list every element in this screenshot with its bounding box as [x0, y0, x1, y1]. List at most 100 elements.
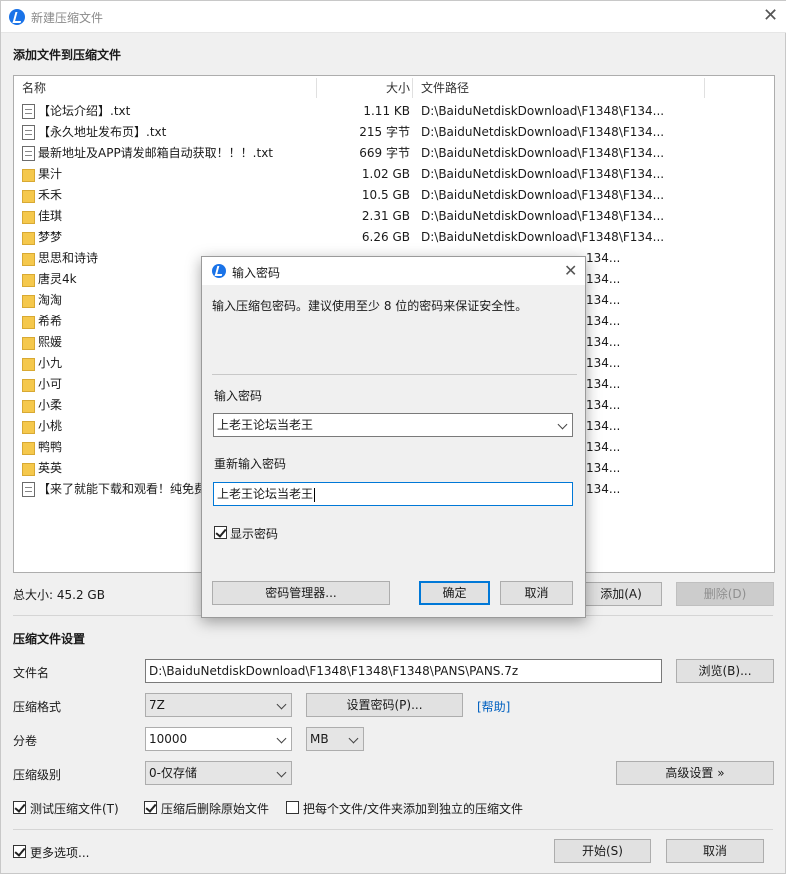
- confirm-password-input[interactable]: 上老王论坛当老王: [213, 482, 573, 506]
- delete-button[interactable]: 删除(D): [676, 582, 774, 606]
- split-unit-value: MB: [310, 732, 329, 746]
- dialog-title-bar: 输入密码 ✕: [202, 257, 585, 285]
- app-logo-icon: [212, 264, 226, 278]
- row-size: 1.02 GB: [361, 167, 410, 181]
- column-divider: [316, 78, 317, 98]
- folder-icon: [22, 358, 35, 371]
- filename-label: 文件名: [13, 666, 50, 680]
- confirm-password-value: 上老王论坛当老王: [217, 487, 314, 501]
- split-unit-select[interactable]: MB: [306, 727, 364, 751]
- row-size: 1.11 KB: [363, 104, 410, 118]
- format-label: 压缩格式: [13, 700, 62, 714]
- split-label: 分卷: [13, 734, 38, 748]
- ok-button[interactable]: 确定: [419, 581, 490, 605]
- row-path: 134...: [586, 419, 621, 433]
- file-list-row[interactable]: 梦梦 6.26 GB D:\BaiduNetdiskDownload\F1348\F…: [14, 227, 774, 248]
- row-path: D:\BaiduNetdiskDownload\F1348\F134...: [421, 230, 665, 244]
- row-path: D:\BaiduNetdiskDownload\F1348\F134...: [421, 167, 665, 181]
- dialog-description: 输入压缩包密码。建议使用至少 8 位的密码来保证安全性。: [212, 299, 528, 313]
- delete-original-checkbox[interactable]: [144, 801, 157, 814]
- row-size: 6.26 GB: [361, 230, 410, 244]
- confirm-password-label: 重新输入密码: [214, 457, 287, 471]
- test-archive-label[interactable]: 测试压缩文件(T): [30, 800, 119, 817]
- row-path: 134...: [586, 272, 621, 286]
- divider: [13, 829, 773, 830]
- chevron-down-icon[interactable]: [557, 419, 568, 430]
- file-list-row[interactable]: 佳琪 2.31 GB D:\BaiduNetdiskDownload\F1348\F…: [14, 206, 774, 227]
- row-size: 2.31 GB: [361, 209, 410, 223]
- row-size: 10.5 GB: [361, 188, 410, 202]
- folder-icon: [22, 211, 35, 224]
- separate-archives-label[interactable]: 把每个文件/文件夹添加到独立的压缩文件: [303, 800, 523, 817]
- close-icon[interactable]: ✕: [763, 7, 778, 25]
- password-manager-button[interactable]: 密码管理器...: [212, 581, 390, 605]
- folder-icon: [22, 190, 35, 203]
- set-password-button[interactable]: 设置密码(P)...: [306, 693, 463, 717]
- row-size: 215 字节: [359, 125, 410, 139]
- password-dialog: 输入密码 ✕ 输入压缩包密码。建议使用至少 8 位的密码来保证安全性。 输入密码…: [201, 256, 586, 618]
- file-list-row[interactable]: 最新地址及APP请发邮箱自动获取！！！.txt 669 字节 D:\BaiduNet…: [14, 143, 774, 164]
- help-link[interactable]: [帮助]: [477, 698, 510, 715]
- folder-icon: [22, 253, 35, 266]
- split-size-select[interactable]: 10000: [145, 727, 292, 751]
- file-list-row[interactable]: 禾禾 10.5 GB D:\BaiduNetdiskDownload\F1348\F…: [14, 185, 774, 206]
- row-name: 最新地址及APP请发邮箱自动获取！！！.txt: [38, 146, 274, 160]
- divider: [212, 374, 577, 375]
- row-path: D:\BaiduNetdiskDownload\F1348\F134...: [421, 146, 665, 160]
- close-icon[interactable]: ✕: [564, 262, 577, 280]
- row-path: 134...: [586, 440, 621, 454]
- show-password-checkbox[interactable]: [214, 526, 227, 539]
- text-cursor: [314, 487, 316, 502]
- section-title-files: 添加文件到压缩文件: [13, 48, 122, 62]
- show-password-label[interactable]: 显示密码: [230, 525, 278, 542]
- folder-icon: [22, 316, 35, 329]
- chevron-down-icon: [276, 699, 287, 710]
- row-path: 134...: [586, 482, 621, 496]
- folder-icon: [22, 232, 35, 245]
- file-icon: [22, 104, 35, 119]
- file-icon: [22, 482, 35, 497]
- file-list-row[interactable]: 【论坛介绍】.txt 1.11 KB D:\BaiduNetdiskDownload…: [14, 101, 774, 122]
- level-select[interactable]: 0-仅存储: [145, 761, 292, 785]
- dialog-cancel-button[interactable]: 取消: [500, 581, 573, 605]
- folder-icon: [22, 274, 35, 287]
- column-divider: [412, 78, 413, 98]
- chevron-down-icon: [276, 733, 287, 744]
- more-options-checkbox[interactable]: [13, 845, 26, 858]
- row-path: D:\BaiduNetdiskDownload\F1348\F134...: [421, 125, 665, 139]
- split-size-value: 10000: [149, 732, 188, 746]
- folder-icon: [22, 442, 35, 455]
- cancel-button[interactable]: 取消: [666, 839, 764, 863]
- folder-icon: [22, 169, 35, 182]
- row-path: 134...: [586, 335, 621, 349]
- column-header-path[interactable]: 文件路径: [421, 76, 469, 100]
- app-logo-icon: [9, 9, 25, 25]
- password-value: 上老王论坛当老王: [217, 418, 314, 432]
- delete-original-label[interactable]: 压缩后删除原始文件: [161, 800, 269, 817]
- row-path: 134...: [586, 314, 621, 328]
- separate-archives-checkbox[interactable]: [286, 801, 299, 814]
- file-list-row[interactable]: 【永久地址发布页】.txt 215 字节 D:\BaiduNetdiskDownlo…: [14, 122, 774, 143]
- test-archive-checkbox[interactable]: [13, 801, 26, 814]
- folder-icon: [22, 421, 35, 434]
- folder-icon: [22, 337, 35, 350]
- start-button[interactable]: 开始(S): [554, 839, 651, 863]
- file-list-row[interactable]: 果汁 1.02 GB D:\BaiduNetdiskDownload\F1348\F…: [14, 164, 774, 185]
- add-button[interactable]: 添加(A): [580, 582, 662, 606]
- more-options-label[interactable]: 更多选项...: [30, 844, 89, 861]
- format-select[interactable]: 7Z: [145, 693, 292, 717]
- password-input[interactable]: 上老王论坛当老王: [213, 413, 573, 437]
- column-divider: [704, 78, 705, 98]
- folder-icon: [22, 379, 35, 392]
- column-header-name[interactable]: 名称: [22, 76, 46, 100]
- browse-button[interactable]: 浏览(B)...: [676, 659, 774, 683]
- column-header-size[interactable]: 大小: [386, 76, 410, 100]
- row-name: 佳琪: [38, 209, 63, 223]
- advanced-settings-button[interactable]: 高级设置 »: [616, 761, 774, 785]
- row-path: 134...: [586, 356, 621, 370]
- title-bar: 新建压缩文件 ✕: [1, 1, 786, 33]
- row-path: 134...: [586, 461, 621, 475]
- row-size: 669 字节: [359, 146, 410, 160]
- file-icon: [22, 125, 35, 140]
- filename-input[interactable]: D:\BaiduNetdiskDownload\F1348\F1348\F134…: [145, 659, 662, 683]
